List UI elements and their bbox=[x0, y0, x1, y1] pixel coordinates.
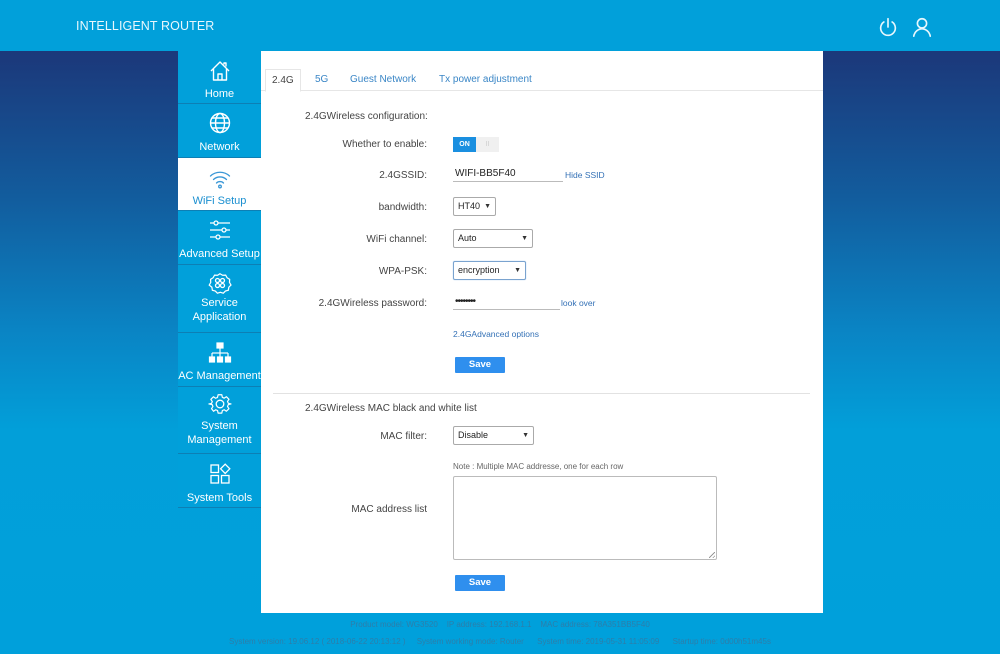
sidebar-item-label: System Management bbox=[174, 420, 265, 447]
wpa-psk-label: WPA-PSK: bbox=[378, 266, 427, 277]
tab-tx-power-adjustment[interactable]: Tx power adjustment bbox=[433, 69, 538, 91]
network-tree-icon bbox=[178, 341, 261, 365]
chevron-down-icon: ▼ bbox=[514, 267, 521, 274]
channel-label: WiFi channel: bbox=[366, 234, 427, 245]
tab-guest-network[interactable]: Guest Network bbox=[344, 69, 422, 91]
look-over-link[interactable]: look over bbox=[561, 298, 596, 308]
service-icon bbox=[178, 271, 261, 295]
section-divider bbox=[273, 393, 810, 394]
mac-filter-label: MAC filter: bbox=[380, 431, 427, 442]
enable-toggle[interactable]: ON II bbox=[453, 137, 499, 152]
footer-system-info: System version: 19.06.12 ( 2018-06-22 20… bbox=[229, 637, 771, 646]
mac-address-list-label: MAC address list bbox=[351, 504, 427, 515]
mac-note: Note : Multiple MAC addresse, one for ea… bbox=[453, 462, 624, 471]
sidebar-item-label: Advanced Setup bbox=[179, 248, 260, 260]
tools-grid-icon bbox=[178, 462, 261, 486]
tab-2-4g[interactable]: 2.4G bbox=[265, 69, 301, 92]
sidebar-item-advanced-setup[interactable]: Advanced Setup bbox=[178, 211, 261, 265]
sidebar-nav: Home Network WiFi Setup Advanced Setup S… bbox=[178, 51, 261, 508]
globe-icon bbox=[178, 111, 261, 135]
sidebar-item-label: Home bbox=[204, 88, 235, 100]
sidebar-item-label: Service Application bbox=[174, 297, 265, 324]
footer-band: Product model: WG3520 IP address: 192.16… bbox=[0, 612, 1000, 654]
gear-icon bbox=[178, 392, 261, 416]
sidebar-item-label: Network bbox=[199, 141, 240, 153]
toggle-off: II bbox=[476, 137, 499, 152]
sidebar-item-network[interactable]: Network bbox=[178, 104, 261, 158]
mac-save-button[interactable]: Save bbox=[455, 575, 505, 591]
top-header-bar: INTELLIGENT ROUTER bbox=[0, 0, 1000, 51]
sidebar-item-label: WiFi Setup bbox=[192, 195, 247, 207]
toggle-on: ON bbox=[453, 137, 476, 152]
ssid-input[interactable] bbox=[453, 166, 563, 182]
sidebar-item-label: AC Management bbox=[178, 370, 261, 382]
channel-select[interactable]: Auto ▼ bbox=[453, 229, 533, 248]
mac-filter-value: Disable bbox=[458, 430, 489, 440]
tab-5g[interactable]: 5G bbox=[309, 69, 334, 91]
tab-bar: 2.4G 5G Guest Network Tx power adjustmen… bbox=[261, 69, 823, 92]
sidebar-item-home[interactable]: Home bbox=[178, 51, 261, 104]
sidebar-item-label-text: System Management bbox=[187, 420, 252, 446]
app-title: INTELLIGENT ROUTER bbox=[76, 19, 215, 33]
sidebar-item-label-text: Service Application bbox=[192, 297, 247, 323]
advanced-options-link[interactable]: 2.4GAdvanced options bbox=[453, 329, 539, 339]
wifi-icon bbox=[178, 167, 261, 191]
chevron-down-icon: ▼ bbox=[484, 203, 491, 210]
bandwidth-label: bandwidth: bbox=[378, 202, 427, 213]
sidebar-item-wifi-setup[interactable]: WiFi Setup bbox=[178, 158, 261, 211]
wireless-config-title: 2.4GWireless configuration: bbox=[305, 111, 428, 122]
ssid-label: 2.4GSSID: bbox=[379, 170, 427, 181]
password-label: 2.4GWireless password: bbox=[318, 298, 427, 309]
chevron-down-icon: ▼ bbox=[522, 432, 529, 439]
chevron-down-icon: ▼ bbox=[521, 235, 528, 242]
sidebar-item-label: System Tools bbox=[186, 492, 253, 504]
sidebar-item-service-application[interactable]: Service Application bbox=[178, 265, 261, 333]
password-input[interactable] bbox=[453, 294, 560, 310]
channel-value: Auto bbox=[458, 233, 477, 243]
sidebar-item-system-management[interactable]: System Management bbox=[178, 387, 261, 454]
bandwidth-value: HT40 bbox=[458, 201, 481, 211]
main-panel: 2.4G 5G Guest Network Tx power adjustmen… bbox=[261, 51, 823, 613]
mac-list-title: 2.4GWireless MAC black and white list bbox=[305, 403, 477, 414]
wpa-psk-select[interactable]: encryption ▼ bbox=[453, 261, 526, 280]
power-icon[interactable] bbox=[877, 16, 899, 38]
bandwidth-select[interactable]: HT40 ▼ bbox=[453, 197, 496, 216]
enable-label: Whether to enable: bbox=[342, 139, 428, 150]
wpa-psk-value: encryption bbox=[458, 265, 500, 275]
hide-ssid-link[interactable]: Hide SSID bbox=[565, 170, 605, 180]
sidebar-item-ac-management[interactable]: AC Management bbox=[178, 333, 261, 387]
mac-address-textarea[interactable] bbox=[453, 476, 717, 560]
home-icon bbox=[178, 59, 261, 83]
sidebar-item-system-tools[interactable]: System Tools bbox=[178, 454, 261, 508]
mac-filter-select[interactable]: Disable ▼ bbox=[453, 426, 534, 445]
user-icon[interactable] bbox=[911, 16, 933, 38]
save-button[interactable]: Save bbox=[455, 357, 505, 373]
resize-grip[interactable] bbox=[709, 552, 715, 558]
sliders-icon bbox=[178, 218, 261, 242]
footer-device-info: Product model: WG3520 IP address: 192.16… bbox=[350, 620, 650, 629]
